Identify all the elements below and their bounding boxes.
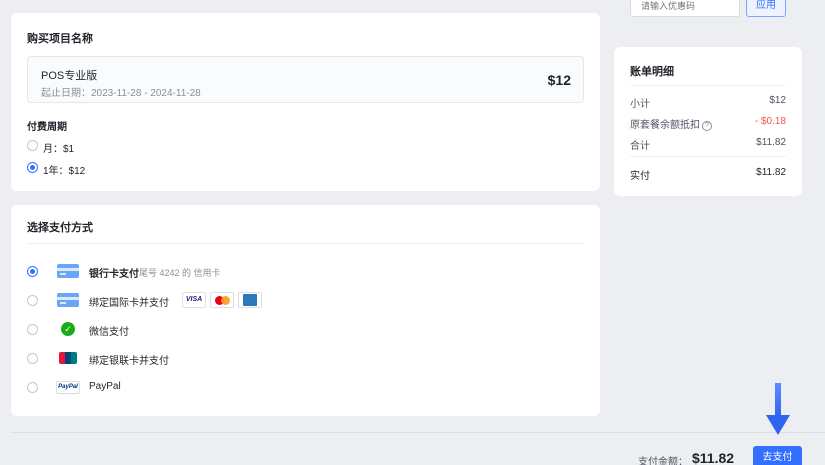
bill-row-total: 合计 $11.82 <box>630 137 786 152</box>
coupon-input[interactable] <box>630 0 740 17</box>
product-box: POS专业版 起止日期：2023-11-28 - 2024-11-28 $12 <box>27 56 584 103</box>
divider <box>27 243 584 244</box>
bill-row-subtotal: 小计 $12 <box>630 95 786 110</box>
bank-card-icon <box>57 293 79 307</box>
product-name: POS专业版 <box>41 70 98 82</box>
method-wechat-label[interactable]: 微信支付 <box>89 323 129 338</box>
arrow-down-icon <box>766 383 790 435</box>
divider <box>630 85 786 86</box>
divider <box>630 156 786 157</box>
billing-cycle-label: 付费周期 <box>27 122 67 133</box>
bank-card-icon <box>57 264 79 278</box>
method-unionpay-radio[interactable] <box>27 353 38 364</box>
product-dates: 起止日期：2023-11-28 - 2024-11-28 <box>41 88 201 99</box>
bill-row-label: 实付 <box>630 171 650 182</box>
method-bank-card-sub: 尾号 4242 的 信用卡 <box>139 268 221 278</box>
cycle-yearly-label[interactable]: 1年：$12 <box>43 162 85 177</box>
product-card: 购买项目名称 POS专业版 起止日期：2023-11-28 - 2024-11-… <box>11 13 600 191</box>
wechat-pay-icon: ✓ <box>61 322 75 336</box>
bill-row-balance-deduction: 原套餐余额抵扣? - $0.18 <box>630 116 786 131</box>
bill-row-value: $11.82 <box>756 137 786 148</box>
mastercard-icon <box>210 292 234 308</box>
method-intl-card-label[interactable]: 绑定国际卡并支付 <box>89 294 169 309</box>
method-paypal-label[interactable]: PayPal <box>89 381 121 392</box>
bill-row-label: 合计 <box>630 141 650 152</box>
payment-method-card: 选择支付方式 银行卡支付 尾号 4242 的 信用卡 绑定国际卡并支付 VISA… <box>11 205 600 416</box>
apply-coupon-button[interactable]: 应用 <box>746 0 786 17</box>
bill-row-value: $11.82 <box>756 167 786 178</box>
bill-card: 账单明细 小计 $12 原套餐余额抵扣? - $0.18 合计 $11.82 实… <box>614 47 802 196</box>
payment-section-title: 选择支付方式 <box>27 222 93 234</box>
method-intl-card-radio[interactable] <box>27 295 38 306</box>
cycle-yearly-radio[interactable] <box>27 162 38 173</box>
bill-row-label: 原套餐余额抵扣 <box>630 120 700 131</box>
help-icon[interactable]: ? <box>702 121 712 131</box>
bill-row-paid: 实付 $11.82 <box>630 167 786 182</box>
method-wechat-radio[interactable] <box>27 324 38 335</box>
bill-row-value: $12 <box>769 95 786 106</box>
bill-title: 账单明细 <box>630 66 674 78</box>
pay-amount-label: 支付金额： <box>638 457 688 465</box>
amex-icon <box>238 292 262 308</box>
unionpay-icon <box>59 352 77 364</box>
visa-icon: VISA <box>182 292 206 308</box>
method-bank-card-radio[interactable] <box>27 266 38 277</box>
pay-button[interactable]: 去支付 <box>753 446 802 465</box>
cycle-monthly-label[interactable]: 月：$1 <box>43 140 74 155</box>
method-bank-card-label[interactable]: 银行卡支付 <box>89 265 139 280</box>
bill-row-label: 小计 <box>630 99 650 110</box>
product-price: $12 <box>547 72 571 88</box>
bill-row-value: - $0.18 <box>754 116 786 127</box>
product-section-title: 购买项目名称 <box>27 33 93 45</box>
paypal-icon: PayPal <box>56 381 80 394</box>
method-paypal-radio[interactable] <box>27 382 38 393</box>
pay-amount-value: $11.82 <box>692 450 735 465</box>
method-unionpay-label[interactable]: 绑定银联卡并支付 <box>89 352 169 367</box>
cycle-monthly-radio[interactable] <box>27 140 38 151</box>
